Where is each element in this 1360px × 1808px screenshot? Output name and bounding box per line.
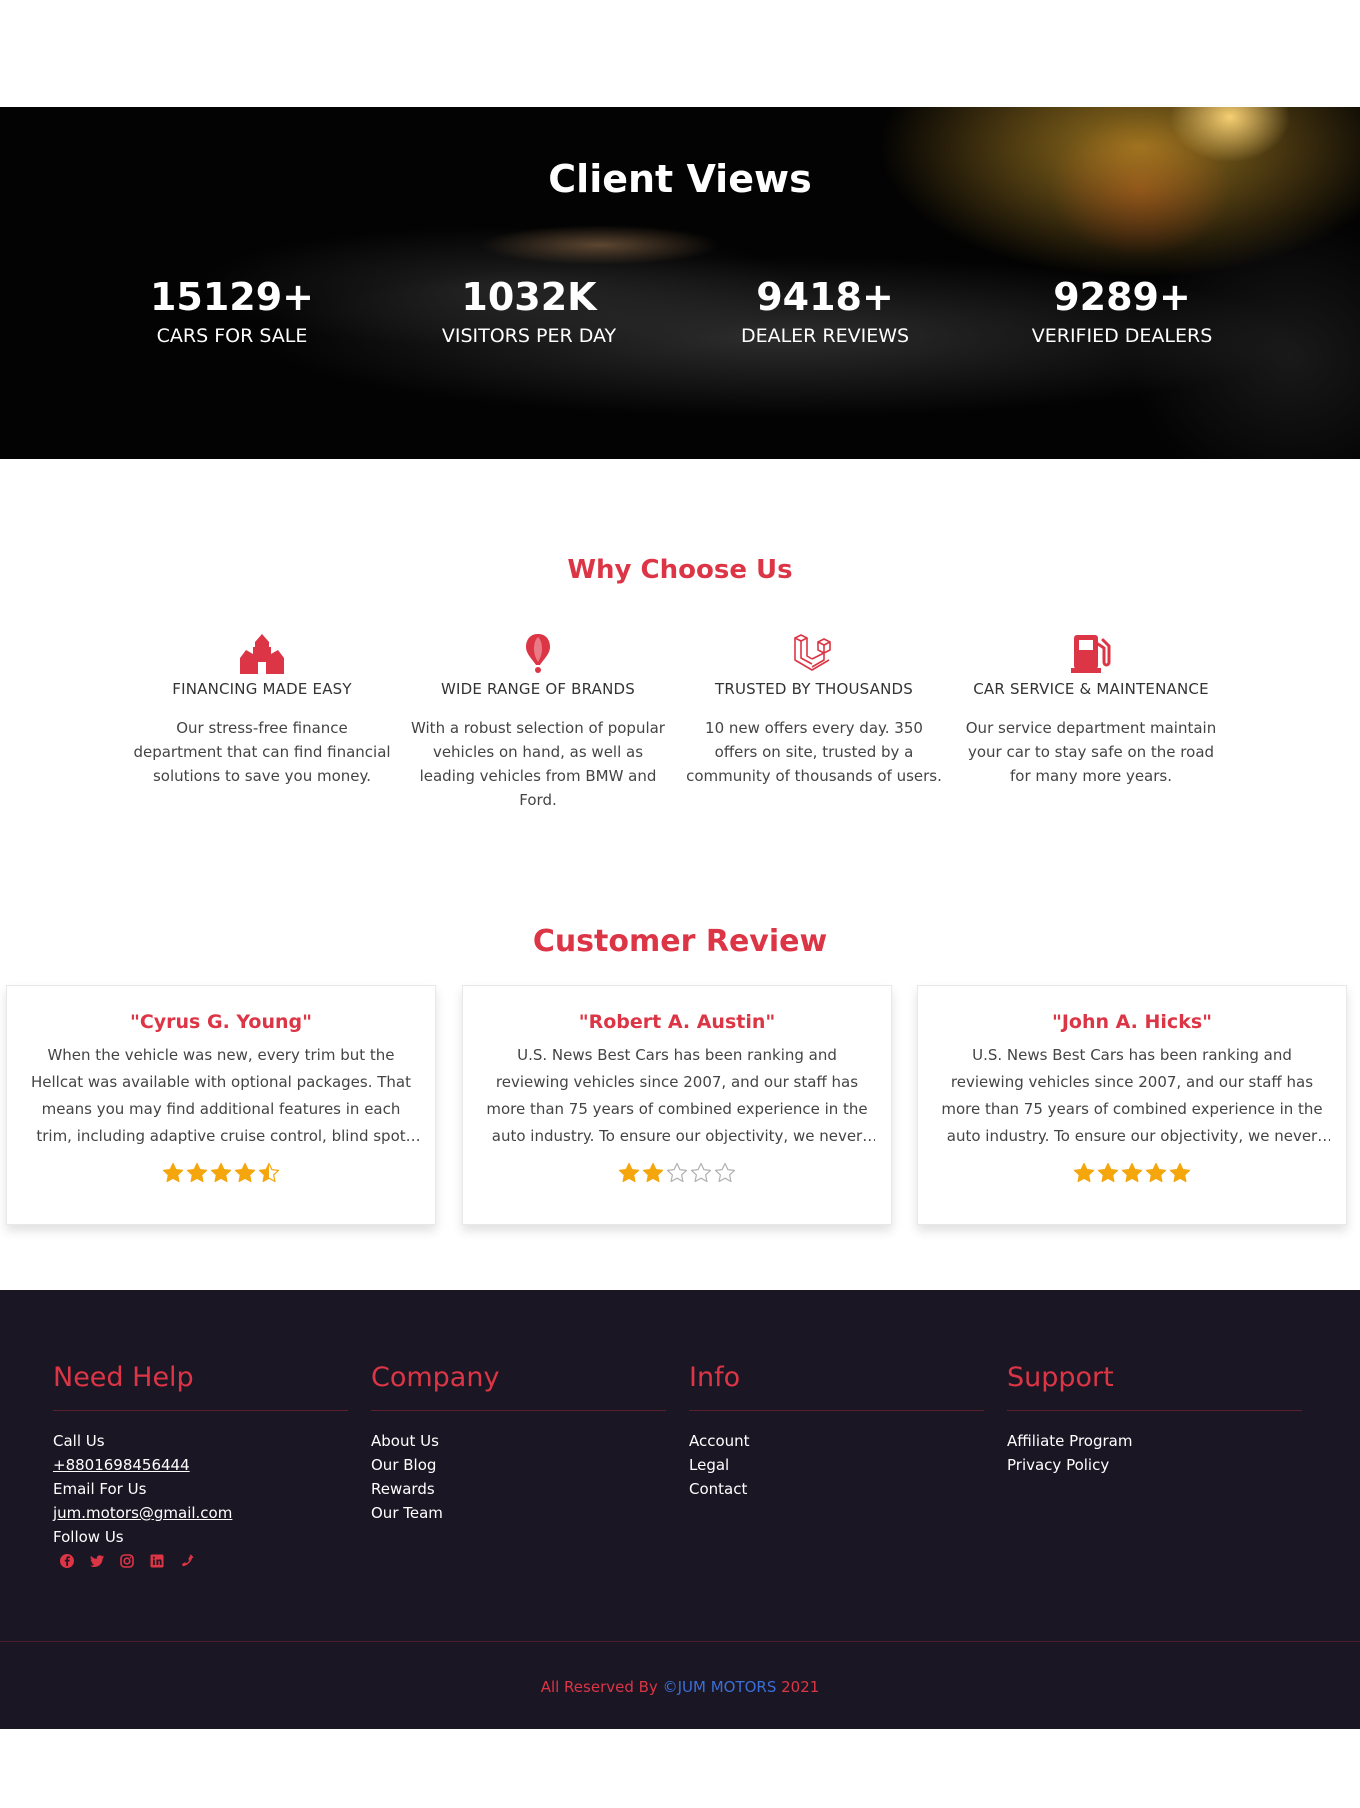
footer-heading: Need Help xyxy=(53,1362,194,1393)
review-card: "John A. Hicks" U.S. News Best Cars has … xyxy=(917,985,1347,1225)
divider xyxy=(53,1410,348,1411)
client-views-title: Client Views xyxy=(548,157,812,201)
feature-financing: FINANCING MADE EASY Our stress-free fina… xyxy=(132,632,392,788)
star-full-icon xyxy=(186,1162,208,1183)
review-card: "Cyrus G. Young" When the vehicle was ne… xyxy=(6,985,436,1225)
stat-dealer-reviews: 9418+ DEALER REVIEWS xyxy=(675,275,975,349)
facebook-icon[interactable] xyxy=(59,1553,75,1569)
divider xyxy=(0,1641,1360,1642)
footer-link-legal[interactable]: Legal xyxy=(689,1453,984,1477)
feature-title: WIDE RANGE OF BRANDS xyxy=(440,680,636,698)
phone-icon[interactable] xyxy=(179,1553,195,1569)
footer-need-help: Need Help Call Us +8801698456444 Email F… xyxy=(53,1360,348,1569)
gas-pump-icon xyxy=(1061,632,1121,676)
star-half-icon xyxy=(258,1162,280,1183)
star-full-icon xyxy=(1169,1162,1191,1183)
copyright-prefix: All Reserved By xyxy=(540,1678,663,1696)
feature-title: FINANCING MADE EASY xyxy=(172,680,352,698)
brand-link[interactable]: ©JUM MOTORS xyxy=(663,1678,777,1696)
footer-link-about-us[interactable]: About Us xyxy=(371,1429,666,1453)
instagram-icon[interactable] xyxy=(119,1553,135,1569)
email-label: Email For Us xyxy=(53,1480,147,1498)
feature-text: 10 new offers every day. 350 offers on s… xyxy=(686,719,942,785)
customer-review-title: Customer Review xyxy=(532,924,828,959)
stat-number: 1032K xyxy=(461,275,597,319)
feature-trusted: TRUSTED BY THOUSANDS 10 new offers every… xyxy=(684,632,944,788)
stat-cars-for-sale: 15129+ CARS FOR SALE xyxy=(82,275,382,349)
footer-link-rewards[interactable]: Rewards xyxy=(371,1477,666,1501)
star-empty-icon xyxy=(690,1162,712,1183)
follow-us-label: Follow Us xyxy=(53,1528,124,1546)
divider xyxy=(1007,1410,1302,1411)
feature-text: Our service department maintain your car… xyxy=(965,719,1217,785)
star-empty-icon xyxy=(666,1162,688,1183)
footer-link-contact[interactable]: Contact xyxy=(689,1477,984,1501)
footer-heading: Support xyxy=(1007,1362,1114,1393)
email-link[interactable]: jum.motors@gmail.com xyxy=(53,1501,348,1525)
footer-link-privacy-policy[interactable]: Privacy Policy xyxy=(1007,1453,1302,1477)
divider xyxy=(689,1410,984,1411)
footer-link-our-blog[interactable]: Our Blog xyxy=(371,1453,666,1477)
reviewer-name: "Robert A. Austin" xyxy=(578,1011,776,1033)
stat-number: 9289+ xyxy=(1053,275,1191,319)
stat-label: DEALER REVIEWS xyxy=(740,325,910,347)
star-full-icon xyxy=(162,1162,184,1183)
copyright-year: 2021 xyxy=(776,1678,820,1696)
linkedin-icon[interactable] xyxy=(149,1553,165,1569)
stat-number: 9418+ xyxy=(756,275,894,319)
divider xyxy=(371,1410,666,1411)
copyright: All Reserved By ©JUM MOTORS 2021 xyxy=(0,1678,1360,1696)
reviewer-name: "Cyrus G. Young" xyxy=(129,1011,313,1033)
site-footer: Need Help Call Us +8801698456444 Email F… xyxy=(0,1290,1360,1729)
stat-visitors-per-day: 1032K VISITORS PER DAY xyxy=(379,275,679,349)
feature-brands: WIDE RANGE OF BRANDS With a robust selec… xyxy=(408,632,668,812)
footer-link-our-team[interactable]: Our Team xyxy=(371,1501,666,1525)
footer-support: Support Affiliate Program Privacy Policy xyxy=(1007,1360,1302,1477)
client-views-banner: Client Views 15129+ CARS FOR SALE 1032K … xyxy=(0,107,1360,459)
feature-title: CAR SERVICE & MAINTENANCE xyxy=(973,680,1209,698)
star-rating xyxy=(479,1162,875,1184)
feature-service: CAR SERVICE & MAINTENANCE Our service de… xyxy=(961,632,1221,788)
star-full-icon xyxy=(618,1162,640,1183)
feature-text: With a robust selection of popular vehic… xyxy=(411,719,665,809)
review-text: U.S. News Best Cars has been ranking and… xyxy=(941,1046,1323,1145)
review-text: U.S. News Best Cars has been ranking and… xyxy=(486,1046,868,1145)
star-full-icon xyxy=(1121,1162,1143,1183)
reviewer-name: "John A. Hicks" xyxy=(1051,1011,1213,1033)
why-choose-us-title: Why Choose Us xyxy=(567,555,793,585)
stat-number: 15129+ xyxy=(149,275,315,319)
footer-company: Company About Us Our Blog Rewards Our Te… xyxy=(371,1360,666,1525)
star-full-icon xyxy=(642,1162,664,1183)
footer-heading: Info xyxy=(689,1362,741,1393)
stat-label: CARS FOR SALE xyxy=(156,325,308,347)
review-text: When the vehicle was new, every trim but… xyxy=(30,1046,412,1145)
phone-link[interactable]: +8801698456444 xyxy=(53,1453,348,1477)
laravel-icon xyxy=(784,632,844,676)
twitter-icon[interactable] xyxy=(89,1553,105,1569)
star-rating xyxy=(934,1162,1330,1184)
feature-title: TRUSTED BY THOUSANDS xyxy=(714,680,914,698)
star-rating xyxy=(23,1162,419,1184)
star-empty-icon xyxy=(714,1162,736,1183)
map-pin-icon xyxy=(508,632,568,676)
review-card: "Robert A. Austin" U.S. News Best Cars h… xyxy=(462,985,892,1225)
stat-verified-dealers: 9289+ VERIFIED DEALERS xyxy=(972,275,1272,349)
footer-link-affiliate-program[interactable]: Affiliate Program xyxy=(1007,1429,1302,1453)
star-full-icon xyxy=(1073,1162,1095,1183)
bank-icon xyxy=(232,632,292,676)
stat-label: VERIFIED DEALERS xyxy=(1031,325,1213,347)
star-full-icon xyxy=(210,1162,232,1183)
footer-info: Info Account Legal Contact xyxy=(689,1360,984,1501)
stat-label: VISITORS PER DAY xyxy=(441,325,617,347)
footer-heading: Company xyxy=(371,1362,500,1393)
call-us-label: Call Us xyxy=(53,1432,105,1450)
footer-link-account[interactable]: Account xyxy=(689,1429,984,1453)
star-full-icon xyxy=(1097,1162,1119,1183)
feature-text: Our stress-free finance department that … xyxy=(133,719,391,785)
star-full-icon xyxy=(1145,1162,1167,1183)
star-full-icon xyxy=(234,1162,256,1183)
social-links xyxy=(53,1553,348,1569)
